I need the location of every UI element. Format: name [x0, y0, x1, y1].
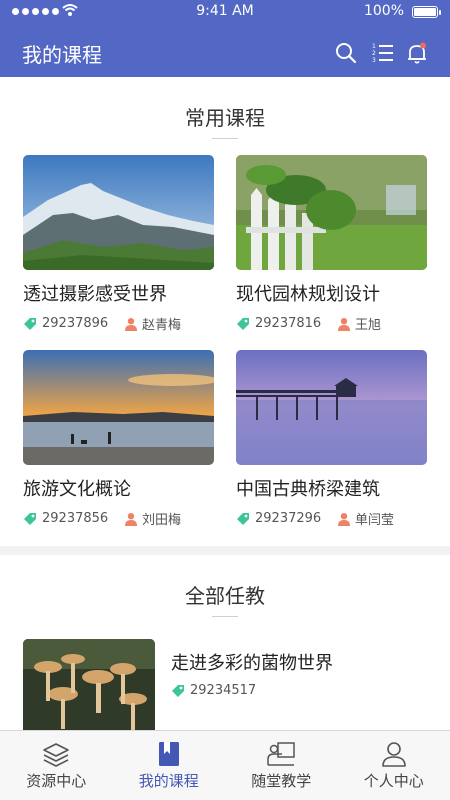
course-code: 29237816 [255, 316, 322, 331]
main-content[interactable]: 常用课程 透过摄影感受世界 29237896 赵青梅 现代园林规划设计 2923… [0, 77, 450, 730]
course-thumbnail-garden [236, 155, 427, 270]
section-title: 常用课程 [185, 106, 265, 130]
course-card[interactable]: 中国古典桥梁建筑 29237296 单闫莹 [236, 350, 427, 528]
course-meta: 29237856 刘田梅 [23, 509, 214, 528]
bell-icon[interactable] [405, 41, 429, 65]
svg-text:3: 3 [372, 57, 376, 64]
tab-resource-center[interactable]: 资源中心 [0, 731, 113, 800]
course-name: 走进多彩的菌物世界 [171, 653, 333, 674]
teacher-icon [125, 512, 137, 526]
tag-icon [172, 684, 184, 697]
svg-text:2: 2 [372, 50, 376, 57]
course-name: 透过摄影感受世界 [23, 284, 167, 305]
page-title: 我的课程 [22, 43, 102, 67]
status-bar: 9:41 AM 100% [0, 0, 450, 24]
tab-label: 随堂教学 [251, 772, 312, 790]
tab-label: 个人中心 [363, 772, 424, 790]
course-list-item[interactable]: 走进多彩的菌物世界 29234517 [23, 639, 428, 730]
search-icon[interactable] [334, 41, 358, 65]
tab-label: 资源中心 [26, 772, 87, 790]
bookmark-book-icon [158, 742, 179, 766]
course-meta: 29237896 赵青梅 [23, 314, 214, 333]
course-name: 现代园林规划设计 [236, 284, 380, 305]
course-card[interactable]: 透过摄影感受世界 29237896 赵青梅 [23, 155, 214, 333]
tab-classroom-teaching[interactable]: 随堂教学 [225, 731, 338, 800]
course-meta: 29237816 王旭 [236, 314, 427, 333]
course-name: 旅游文化概论 [23, 479, 131, 500]
teacher-icon [125, 317, 137, 331]
tag-icon [237, 317, 249, 330]
course-card[interactable]: 现代园林规划设计 29237816 王旭 [236, 155, 427, 333]
course-thumbnail-mountain [23, 155, 214, 270]
person-icon [381, 742, 406, 767]
course-meta: 29237296 单闫莹 [236, 509, 427, 528]
battery-icon [412, 6, 441, 18]
tag-icon [237, 512, 249, 525]
course-code: 29237896 [42, 316, 109, 331]
course-code: 29237296 [255, 511, 322, 526]
teacher-name: 刘田梅 [142, 513, 182, 528]
battery-percent: 100% [363, 3, 404, 19]
teacher-name: 单闫莹 [355, 513, 395, 528]
section-divider [212, 138, 238, 139]
course-name: 中国古典桥梁建筑 [236, 479, 380, 500]
course-card[interactable]: 旅游文化概论 29237856 刘田梅 [23, 350, 214, 528]
tag-icon [24, 317, 36, 330]
teacher-icon [338, 512, 350, 526]
tab-my-courses[interactable]: 我的课程 [113, 731, 226, 800]
section-title: 全部任教 [185, 584, 265, 608]
tab-personal-center[interactable]: 个人中心 [338, 731, 450, 800]
teacher-icon [338, 317, 350, 331]
numbered-list-icon[interactable]: 1 2 3 [371, 41, 395, 65]
course-meta: 29234517 [171, 683, 272, 698]
teacher-board-icon [267, 742, 295, 766]
app-header: 9:41 AM 100% 我的课程 1 2 3 [0, 0, 450, 77]
bottom-tab-bar: 资源中心 我的课程 随堂教学 个人中心 [0, 730, 450, 800]
layers-icon [43, 743, 70, 767]
teacher-name: 赵青梅 [142, 318, 182, 333]
teacher-name: 王旭 [355, 318, 382, 333]
section-divider [212, 616, 238, 617]
common-courses-section: 常用课程 透过摄影感受世界 29237896 赵青梅 现代园林规划设计 2923… [0, 77, 450, 546]
course-code: 29234517 [190, 683, 257, 698]
svg-text:1: 1 [372, 43, 376, 50]
tab-label: 我的课程 [138, 772, 199, 790]
course-thumbnail-mushrooms [23, 639, 155, 730]
course-code: 29237856 [42, 511, 109, 526]
course-thumbnail-beach [23, 350, 214, 465]
course-thumbnail-pier [236, 350, 427, 465]
tag-icon [24, 512, 36, 525]
